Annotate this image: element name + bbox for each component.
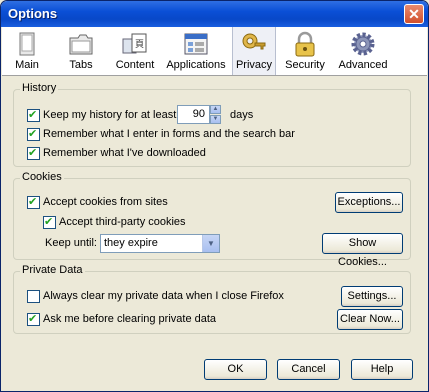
applications-icon: [184, 33, 208, 55]
tab-applications[interactable]: Applications: [165, 27, 227, 75]
keep-until-select[interactable]: they expire ▼: [100, 234, 220, 253]
clear-now-button[interactable]: Clear Now...: [337, 309, 403, 330]
preferences-toolbar: Main Tabs 頁 Content Applications Privacy…: [2, 27, 427, 76]
history-group: History Keep my history for at least 90 …: [13, 82, 411, 167]
private-data-group-title: Private Data: [20, 264, 85, 276]
history-group-title: History: [20, 82, 59, 94]
tab-applications-label: Applications: [166, 59, 226, 71]
accept-cookies-checkbox[interactable]: [27, 195, 40, 209]
close-button[interactable]: ✕: [404, 4, 424, 24]
keep-history-label: Keep my history for at least: [43, 109, 177, 121]
title-bar: Options ✕: [1, 1, 428, 27]
svg-text:頁: 頁: [135, 39, 144, 49]
always-clear-label: Always clear my private data when I clos…: [43, 290, 284, 302]
tab-privacy[interactable]: Privacy: [232, 27, 276, 75]
content-icon: 頁: [122, 33, 147, 54]
tab-security-label: Security: [285, 59, 325, 71]
accept-cookies-label: Accept cookies from sites: [43, 196, 168, 208]
main-icon: [19, 32, 35, 56]
tab-privacy-label: Privacy: [235, 59, 273, 71]
options-window: Options ✕ Main Tabs 頁 Content Applicatio…: [0, 0, 429, 392]
window-title: Options: [8, 6, 58, 21]
private-data-group: Private Data Always clear my private dat…: [13, 264, 411, 334]
remember-downloads-label: Remember what I've downloaded: [43, 147, 206, 159]
history-days-input[interactable]: 90: [177, 105, 210, 124]
third-party-cookies-label: Accept third-party cookies: [59, 216, 186, 228]
ask-before-clearing-label: Ask me before clearing private data: [43, 313, 217, 325]
exceptions-button[interactable]: Exceptions...: [335, 192, 403, 213]
keep-history-checkbox[interactable]: [27, 108, 40, 122]
tab-content[interactable]: 頁 Content: [110, 27, 160, 75]
keep-until-value: they expire: [104, 237, 158, 249]
ok-button[interactable]: OK: [204, 359, 267, 380]
cancel-button[interactable]: Cancel: [277, 359, 340, 380]
privacy-icon: [242, 33, 266, 50]
show-cookies-button[interactable]: Show Cookies...: [322, 233, 403, 268]
tabs-icon: [69, 34, 93, 55]
tab-main[interactable]: Main: [5, 27, 49, 75]
always-clear-checkbox[interactable]: [27, 290, 40, 303]
remember-downloads-checkbox[interactable]: [27, 146, 40, 160]
cookies-group: Cookies Accept cookies from sites Except…: [13, 171, 411, 268]
history-days-spinner[interactable]: ▲ ▼: [210, 105, 221, 124]
third-party-cookies-checkbox[interactable]: [43, 215, 56, 229]
remember-forms-checkbox[interactable]: [27, 127, 40, 141]
help-button[interactable]: Help: [351, 359, 413, 380]
history-days-unit: days: [230, 109, 254, 121]
tab-tabs-label: Tabs: [69, 59, 93, 71]
spin-up-icon[interactable]: ▲: [210, 105, 221, 114]
chevron-down-icon[interactable]: ▼: [202, 235, 219, 252]
tab-advanced[interactable]: Advanced: [334, 27, 392, 75]
spin-down-icon[interactable]: ▼: [210, 115, 221, 124]
tab-security[interactable]: Security: [282, 27, 328, 75]
tab-advanced-label: Advanced: [338, 59, 388, 71]
tab-tabs[interactable]: Tabs: [58, 27, 104, 75]
ask-before-clearing-checkbox[interactable]: [27, 312, 40, 326]
tab-content-label: Content: [115, 59, 155, 71]
remember-forms-label: Remember what I enter in forms and the s…: [43, 128, 295, 140]
security-icon: [295, 31, 315, 57]
keep-until-label: Keep until:: [45, 237, 97, 249]
cookies-group-title: Cookies: [20, 171, 64, 183]
tab-main-label: Main: [15, 59, 39, 71]
advanced-icon: [351, 32, 375, 56]
settings-button[interactable]: Settings...: [341, 286, 403, 307]
